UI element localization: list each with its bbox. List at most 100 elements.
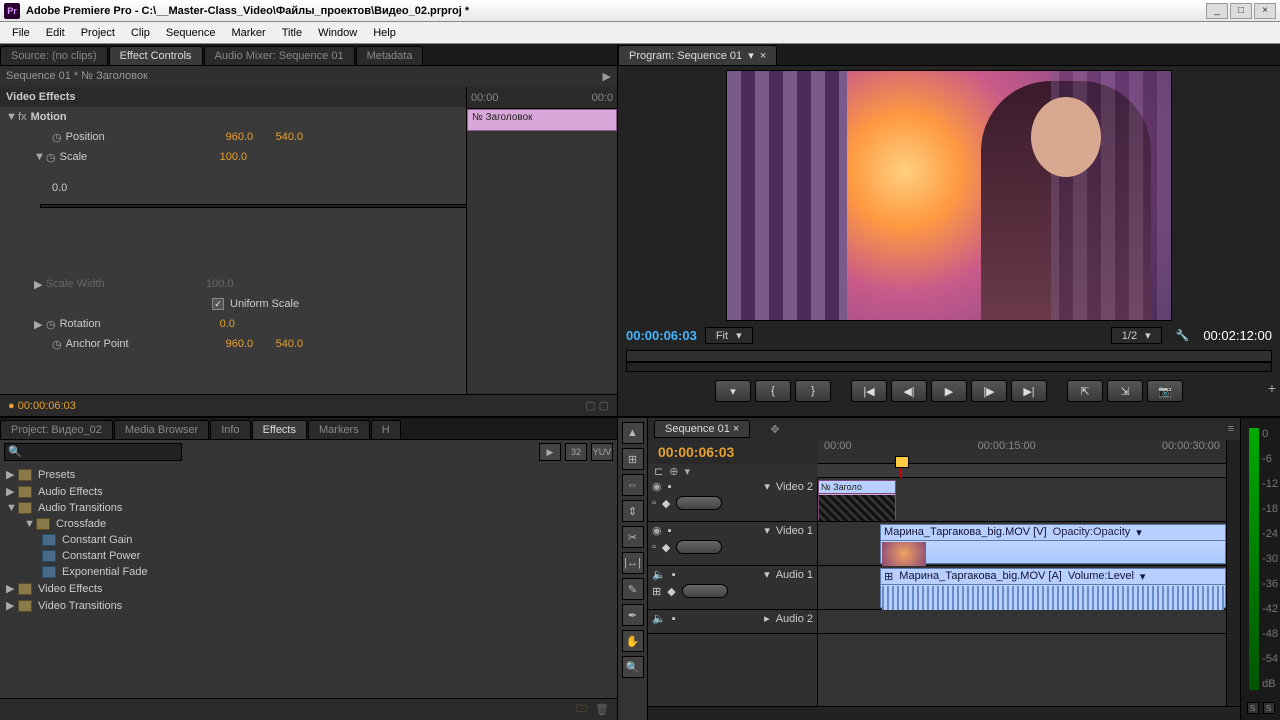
- track-head-audio2[interactable]: 🔈▪▸Audio 2: [648, 610, 817, 634]
- program-ruler[interactable]: [626, 350, 1272, 362]
- lock-icon[interactable]: ▪: [668, 525, 672, 537]
- timeline-hscroll[interactable]: [648, 706, 1240, 720]
- effects-search-input[interactable]: [4, 443, 182, 461]
- folder-video-effects[interactable]: ▶Video Effects: [0, 580, 617, 597]
- export-frame-button[interactable]: 📷: [1147, 380, 1183, 402]
- lock-icon[interactable]: ▪: [672, 569, 676, 581]
- marker-icon[interactable]: ▾: [684, 465, 690, 478]
- scale-stopwatch-icon[interactable]: ◷: [46, 151, 56, 164]
- program-timecode-current[interactable]: 00:00:06:03: [626, 328, 697, 343]
- anchor-stopwatch-icon[interactable]: ◷: [52, 338, 62, 351]
- timeline-menu-icon[interactable]: ≡: [1228, 423, 1234, 435]
- tab-program[interactable]: Program: Sequence 01 ▾ ×: [618, 45, 777, 65]
- tab-history[interactable]: H: [371, 420, 401, 439]
- step-back-button[interactable]: ◀|: [891, 380, 927, 402]
- delete-icon[interactable]: 🗑: [595, 703, 609, 716]
- mark-in-button[interactable]: {: [755, 380, 791, 402]
- menu-clip[interactable]: Clip: [123, 27, 158, 39]
- ec-mini-timeline[interactable]: 00:00 00:0 № Заголовок: [466, 87, 617, 394]
- ec-timeline-toggle-icon[interactable]: ▶: [603, 70, 611, 83]
- clip-title[interactable]: № Заголо: [818, 480, 896, 520]
- lock-icon[interactable]: ▪: [668, 481, 672, 493]
- razor-tool[interactable]: ✂: [622, 526, 644, 548]
- sync-lock-icon[interactable]: ⊕: [669, 465, 678, 478]
- yuv-filter-icon[interactable]: YUV: [591, 443, 613, 461]
- folder-crossfade[interactable]: ▼Crossfade: [0, 516, 617, 532]
- tab-project[interactable]: Project: Видео_02: [0, 420, 113, 439]
- track-select-tool[interactable]: ⊞: [622, 448, 644, 470]
- ec-foot-icons[interactable]: ▢ ▢: [585, 399, 609, 412]
- sequence-tab[interactable]: Sequence 01 ×: [654, 420, 750, 438]
- menu-file[interactable]: File: [4, 27, 38, 39]
- slip-tool[interactable]: |↔|: [622, 552, 644, 574]
- tab-effect-controls[interactable]: Effect Controls: [109, 46, 203, 65]
- track-head-video2[interactable]: ◉▪▾Video 2 ▫◆: [648, 478, 817, 522]
- motion-disclosure-icon[interactable]: ▼: [6, 111, 18, 123]
- clip-main-video[interactable]: Марина_Таргакова_big.MOV [V]Opacity:Opac…: [880, 524, 1226, 564]
- rotation-stopwatch-icon[interactable]: ◷: [46, 318, 56, 331]
- ripple-tool[interactable]: ⇔: [622, 474, 644, 496]
- speaker-icon[interactable]: 🔈: [652, 568, 666, 581]
- new-bin-icon[interactable]: 🗀: [576, 700, 587, 719]
- eye-icon[interactable]: ◉: [652, 480, 662, 493]
- tab-info[interactable]: Info: [210, 420, 250, 439]
- track-opacity-pill[interactable]: [676, 496, 722, 510]
- tab-metadata[interactable]: Metadata: [356, 46, 424, 65]
- timeline-vscroll[interactable]: [1226, 478, 1240, 706]
- menu-help[interactable]: Help: [365, 27, 404, 39]
- folder-audio-transitions[interactable]: ▼Audio Transitions: [0, 500, 617, 516]
- uniform-scale-checkbox[interactable]: ✓: [212, 298, 224, 310]
- pen-tool[interactable]: ✎: [622, 578, 644, 600]
- menu-project[interactable]: Project: [73, 27, 123, 39]
- folder-video-transitions[interactable]: ▶Video Transitions: [0, 597, 617, 614]
- step-forward-button[interactable]: |▶: [971, 380, 1007, 402]
- speaker-icon[interactable]: 🔈: [652, 612, 666, 625]
- folder-presets[interactable]: ▶Presets: [0, 466, 617, 483]
- anchor-y[interactable]: 540.0: [276, 338, 326, 350]
- clip-main-audio[interactable]: ⊞Марина_Таргакова_big.MOV [A]Volume:Leve…: [880, 568, 1226, 608]
- ec-clip[interactable]: № Заголовок: [467, 109, 617, 131]
- button-editor-icon[interactable]: +: [1268, 380, 1276, 396]
- rotation-value[interactable]: 0.0: [220, 318, 270, 330]
- selection-tool[interactable]: ▲: [622, 422, 644, 444]
- extract-button[interactable]: ⇲: [1107, 380, 1143, 402]
- resolution-dropdown[interactable]: 1/2▾: [1111, 327, 1162, 344]
- solo-left[interactable]: S: [1247, 702, 1259, 714]
- tab-effects[interactable]: Effects: [252, 420, 307, 439]
- lift-button[interactable]: ⇱: [1067, 380, 1103, 402]
- mark-out-button[interactable]: }: [795, 380, 831, 402]
- program-monitor[interactable]: [726, 70, 1172, 321]
- eye-icon[interactable]: ◉: [652, 524, 662, 537]
- effect-exponential-fade[interactable]: Exponential Fade: [0, 564, 617, 580]
- scale-value[interactable]: 100.0: [220, 151, 270, 163]
- go-to-in-button[interactable]: |◀: [851, 380, 887, 402]
- track-head-video1[interactable]: ◉▪▾Video 1 ▫◆: [648, 522, 817, 566]
- timeline-tracks[interactable]: № Заголо Марина_Таргакова_big.MOV [V]Opa…: [818, 478, 1226, 706]
- rolling-tool[interactable]: ⇕: [622, 500, 644, 522]
- play-button[interactable]: ▶: [931, 380, 967, 402]
- tab-audio-mixer[interactable]: Audio Mixer: Sequence 01: [204, 46, 355, 65]
- scale-disclosure-icon[interactable]: ▼: [34, 151, 46, 163]
- ec-timecode[interactable]: ● 00:00:06:03: [8, 400, 76, 412]
- mark-in-icon[interactable]: ▾: [715, 380, 751, 402]
- position-y[interactable]: 540.0: [276, 131, 326, 143]
- tab-markers[interactable]: Markers: [308, 420, 370, 439]
- menu-sequence[interactable]: Sequence: [158, 27, 224, 39]
- zoom-fit-dropdown[interactable]: Fit▾: [705, 327, 753, 344]
- rotation-disclosure-icon[interactable]: ▶: [34, 318, 46, 331]
- timeline-ruler[interactable]: 00:00 00:00:15:00 00:00:30:00: [818, 440, 1226, 464]
- menu-marker[interactable]: Marker: [223, 27, 273, 39]
- hand-tool[interactable]: ✋: [622, 630, 644, 652]
- position-x[interactable]: 960.0: [226, 131, 276, 143]
- maximize-button[interactable]: □: [1230, 3, 1252, 19]
- tab-source[interactable]: Source: (no clips): [0, 46, 108, 65]
- solo-right[interactable]: S: [1263, 702, 1275, 714]
- settings-icon[interactable]: 🔧: [1176, 329, 1190, 342]
- rate-stretch-tool[interactable]: ✒: [622, 604, 644, 626]
- go-to-out-button[interactable]: ▶|: [1011, 380, 1047, 402]
- menu-window[interactable]: Window: [310, 27, 365, 39]
- motion-label[interactable]: Motion: [31, 111, 191, 123]
- menu-edit[interactable]: Edit: [38, 27, 73, 39]
- program-scrollbar[interactable]: [626, 362, 1272, 372]
- snap-icon[interactable]: ⊏: [654, 465, 663, 478]
